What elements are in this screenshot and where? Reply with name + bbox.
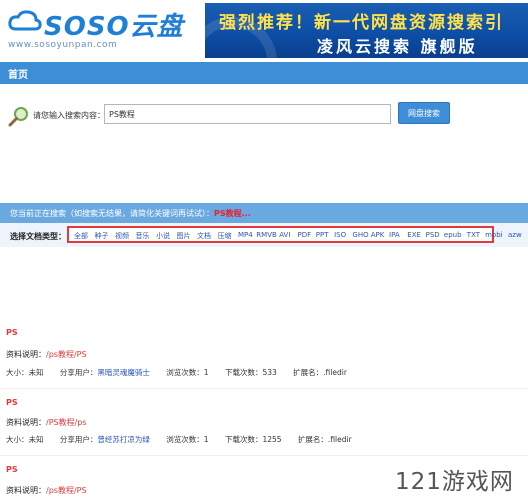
filetype-option[interactable]: APK [371,231,385,239]
filetype-option[interactable]: MP4 [238,231,253,239]
site-logo[interactable]: SOSO云盘 www.sosoyunpan.com [8,4,198,54]
search-row: 请您输入搜索内容： 网盘搜索 [0,100,528,130]
search-label: 请您输入搜索内容： [33,111,105,120]
filetype-option[interactable]: EXE [407,231,421,239]
result-views: 浏览次数：1 [166,368,209,377]
filetype-option[interactable]: 图片 [177,231,191,241]
filetype-filter: 全部 种子 视频 音乐 小说 图片 文档 压缩 MP4 RMVB AVI PDF PPT ISO GHO AP… [67,226,522,243]
filetype-option[interactable]: AVI [279,231,290,239]
result-meta: 大小：未知 分享用户：黑暗灵魂魔骑士 浏览次数：1 下载次数：533 扩展名：.… [6,367,347,378]
filetype-option[interactable]: 小说 [156,231,170,241]
filetype-option[interactable]: 压缩 [218,231,232,241]
filetype-option[interactable]: 视频 [115,231,129,241]
user-label: 分享用户： [59,435,98,444]
banner-headline: 强烈推荐！新一代网盘资源搜索引 [219,13,504,33]
filetype-option[interactable]: IPA [389,231,400,239]
result-title[interactable]: PS [6,465,18,474]
result-ext: 扩展名：.filedir [293,368,347,377]
site-header: SOSO云盘 www.sosoyunpan.com 强烈推荐！新一代网盘资源搜索… [0,0,528,60]
logo-url: www.sosoyunpan.com [8,40,118,50]
filetype-option[interactable]: GHO [352,231,368,239]
filetype-option[interactable]: PSD [426,231,440,239]
status-term: PS教程... [214,209,251,218]
search-button[interactable]: 网盘搜索 [398,102,450,124]
filetype-option[interactable]: PDF [298,231,312,239]
search-status: 您当前正在搜索（如搜索无结果，请简化关键词再试试）：PS教程... [10,208,251,219]
filetype-option[interactable]: 音乐 [136,231,150,241]
result-description: 资料说明：/ps教程/PS [6,485,87,496]
desc-label: 资料说明： [6,486,46,495]
result-meta: 大小：未知 分享用户：曾经苏打凉为绿 浏览次数：1 下载次数：1255 扩展名：… [6,434,352,445]
result-downloads: 下载次数：1255 [224,435,282,444]
result-size: 大小：未知 [6,368,44,377]
filetype-option[interactable]: ISO [334,231,346,239]
result-user[interactable]: 黑暗灵魂魔骑士 [97,368,150,377]
filetype-option[interactable]: 种子 [95,231,109,241]
filetype-option[interactable]: azw [508,231,522,239]
result-user[interactable]: 曾经苏打凉为绿 [97,435,150,444]
filetype-option[interactable]: TXT [467,231,480,239]
nav-home-link[interactable]: 首页 [8,66,28,81]
result-downloads: 下载次数：533 [224,368,277,377]
cloud-icon [8,10,42,31]
desc-value[interactable]: /ps教程/PS [46,350,87,359]
status-prefix: 您当前正在搜索（如搜索无结果，请简化关键词再试试）： [10,209,214,218]
filetype-option[interactable]: 全部 [74,231,88,241]
desc-value[interactable]: /ps教程/PS [46,486,87,495]
filetype-option[interactable]: mobi [485,231,503,239]
logo-text: SOSO云盘 [44,12,184,42]
desc-label: 资料说明： [6,418,46,427]
filetype-option[interactable]: 文档 [197,231,211,241]
filetype-option[interactable]: PPT [316,231,329,239]
magnifier-icon [8,107,28,127]
nav-bar: 首页 [0,62,528,84]
filetype-label: 选择文档类型： [10,232,66,241]
result-description: 资料说明：/PS教程/ps [6,417,87,428]
site-watermark: 121游戏网 [395,469,514,495]
desc-label: 资料说明： [6,350,46,359]
result-views: 浏览次数：1 [166,435,209,444]
result-size: 大小：未知 [6,435,44,444]
result-divider [0,388,528,389]
result-title[interactable]: PS [6,328,18,337]
result-description: 资料说明：/ps教程/PS [6,349,87,360]
filetype-row: 选择文档类型： 全部 种子 视频 音乐 小说 图片 文档 压缩 MP4 RMVB AVI PDF PPT… [0,223,528,247]
search-status-bar: 您当前正在搜索（如搜索无结果，请简化关键词再试试）：PS教程... [0,203,528,223]
desc-value[interactable]: /PS教程/ps [46,418,87,427]
result-divider [0,455,528,456]
result-title[interactable]: PS [6,398,18,407]
result-ext: 扩展名：.filedir [297,435,352,444]
banner-subline: 凌风云搜索 旗舰版 [317,37,478,56]
promo-banner[interactable]: 强烈推荐！新一代网盘资源搜索引 凌风云搜索 旗舰版 [205,3,528,58]
filetype-option[interactable]: RMVB [256,231,277,239]
user-label: 分享用户： [59,368,98,377]
search-input[interactable] [104,104,391,124]
filetype-option[interactable]: epub [444,231,462,239]
